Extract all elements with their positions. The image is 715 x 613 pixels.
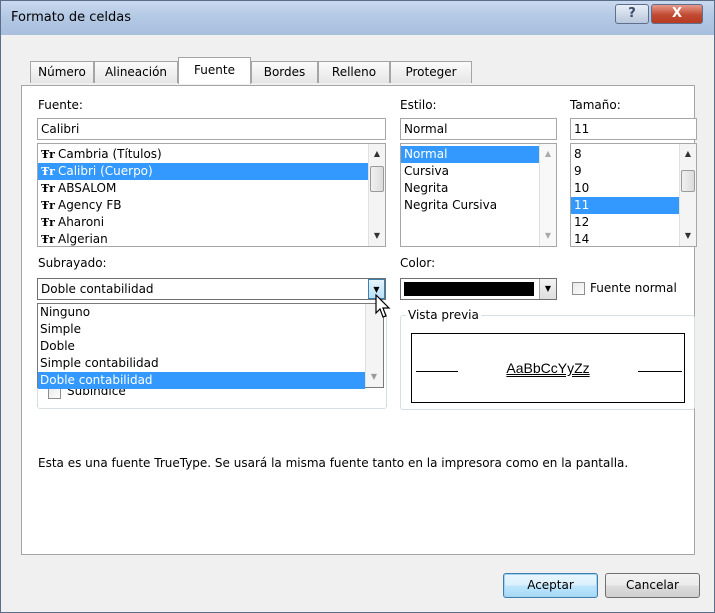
color-label: Color:: [400, 256, 436, 270]
close-icon: X: [671, 6, 683, 21]
list-item[interactable]: Ŧr Agency FB: [38, 197, 385, 214]
truetype-font-icon: Ŧr: [41, 199, 55, 212]
list-item[interactable]: 14: [571, 231, 696, 246]
list-item-label: Aharoni: [57, 215, 105, 229]
style-label: Estilo:: [400, 98, 437, 112]
font-description: Esta es una fuente TrueType. Se usará la…: [38, 456, 629, 470]
list-item[interactable]: Ŧr Aharoni: [38, 214, 385, 231]
close-button[interactable]: X: [651, 4, 703, 24]
tab-label: Bordes: [263, 65, 306, 79]
tab-relleno[interactable]: Relleno: [318, 61, 390, 83]
scroll-thumb[interactable]: [681, 170, 695, 192]
font-list[interactable]: Ŧr Cambria (Títulos) Ŧr Calibri (Cuerpo) Ŧ…: [37, 143, 386, 247]
truetype-font-icon: Ŧr: [41, 148, 55, 161]
list-item-label: Algerian: [57, 232, 108, 246]
list-item[interactable]: 12: [571, 214, 696, 231]
font-label: Fuente:: [38, 98, 83, 112]
tab-fuente[interactable]: Fuente: [178, 57, 251, 84]
color-picker[interactable]: ▼: [400, 278, 557, 300]
style-list-scrollbar[interactable]: ▲ ▼: [539, 144, 556, 246]
font-size-value: 11: [574, 122, 590, 136]
window-title: Formato de celdas: [11, 10, 132, 25]
scroll-up-icon[interactable]: ▲: [540, 146, 556, 162]
font-style-list[interactable]: Normal Cursiva Negrita Negrita Cursiva ▲…: [400, 143, 557, 247]
truetype-font-icon: Ŧr: [41, 216, 55, 229]
preview-title: Vista previa: [406, 308, 481, 322]
list-item[interactable]: Doble contabilidad: [38, 372, 365, 389]
normal-font-label: Fuente normal: [590, 281, 677, 295]
scroll-down-icon[interactable]: ▼: [540, 228, 556, 244]
underline-dropdown-list[interactable]: Ninguno Simple Doble Simple contabilidad…: [37, 303, 384, 389]
preview-box: AaBbCcYyZz: [411, 333, 685, 403]
list-item[interactable]: 9: [571, 163, 696, 180]
font-size-list[interactable]: 8 9 10 11 12 14 ▲ ▼: [570, 143, 697, 247]
list-item[interactable]: Normal: [401, 146, 556, 163]
tab-label: Relleno: [331, 65, 377, 79]
help-button[interactable]: ?: [615, 4, 649, 24]
font-name-input[interactable]: Calibri: [37, 118, 386, 140]
font-list-scrollbar[interactable]: ▲ ▼: [368, 144, 385, 246]
scroll-down-icon[interactable]: ▼: [366, 372, 382, 381]
list-item[interactable]: Negrita: [401, 180, 556, 197]
font-style-input[interactable]: Normal: [400, 118, 557, 140]
list-item[interactable]: 10: [571, 180, 696, 197]
tab-proteger[interactable]: Proteger: [390, 61, 472, 83]
tab-alineacion[interactable]: Alineación: [94, 61, 178, 83]
list-item-label: Calibri (Cuerpo): [57, 164, 153, 178]
truetype-font-icon: Ŧr: [41, 165, 55, 178]
list-item[interactable]: 8: [571, 146, 696, 163]
cancel-button[interactable]: Cancelar: [605, 573, 700, 598]
list-item[interactable]: Ninguno: [38, 304, 383, 321]
font-name-value: Calibri: [41, 122, 80, 136]
underline-label: Subrayado:: [38, 256, 107, 270]
truetype-font-icon: Ŧr: [41, 182, 55, 195]
list-item[interactable]: Simple contabilidad: [38, 355, 383, 372]
size-list-scrollbar[interactable]: ▲ ▼: [679, 144, 696, 246]
list-item[interactable]: Cursiva: [401, 163, 556, 180]
scroll-thumb[interactable]: [370, 166, 384, 192]
tab-bordes[interactable]: Bordes: [251, 61, 318, 83]
list-item[interactable]: Doble: [38, 338, 383, 355]
tab-label: Número: [38, 65, 86, 79]
ok-button[interactable]: Aceptar: [503, 573, 598, 598]
scroll-down-icon[interactable]: ▼: [680, 228, 696, 244]
font-style-value: Normal: [404, 122, 448, 136]
mouse-pointer-icon: [375, 294, 391, 318]
list-item-label: Cambria (Títulos): [57, 147, 162, 161]
color-swatch: [404, 282, 534, 296]
scroll-up-icon[interactable]: ▲: [369, 146, 385, 162]
scroll-up-icon[interactable]: ▲: [680, 146, 696, 162]
preview-sample: AaBbCcYyZz: [506, 360, 590, 376]
tab-label: Proteger: [405, 65, 457, 79]
list-item-label: ABSALOM: [57, 181, 117, 195]
list-item[interactable]: Ŧr ABSALOM: [38, 180, 385, 197]
font-size-input[interactable]: 11: [570, 118, 697, 140]
chevron-down-icon[interactable]: ▼: [539, 279, 556, 299]
list-item-label: Agency FB: [57, 198, 122, 212]
normal-font-checkbox[interactable]: [572, 282, 585, 295]
title-bar: Formato de celdas ? X: [1, 1, 714, 35]
size-label: Tamaño:: [570, 98, 621, 112]
scroll-down-icon[interactable]: ▼: [369, 228, 385, 244]
list-item[interactable]: Ŧr Algerian: [38, 231, 385, 246]
truetype-font-icon: Ŧr: [41, 233, 55, 246]
list-item[interactable]: Negrita Cursiva: [401, 197, 556, 214]
list-item[interactable]: Ŧr Calibri (Cuerpo): [38, 163, 385, 180]
list-item[interactable]: Simple: [38, 321, 383, 338]
list-item[interactable]: Ŧr Cambria (Títulos): [38, 146, 385, 163]
list-item[interactable]: 11: [571, 197, 696, 214]
help-icon: ?: [628, 6, 636, 21]
tab-label: Fuente: [194, 63, 235, 77]
underline-select[interactable]: Doble contabilidad ▼: [37, 278, 386, 300]
underline-value: Doble contabilidad: [41, 282, 154, 296]
tab-label: Alineación: [104, 65, 168, 79]
tab-numero[interactable]: Número: [30, 61, 94, 83]
